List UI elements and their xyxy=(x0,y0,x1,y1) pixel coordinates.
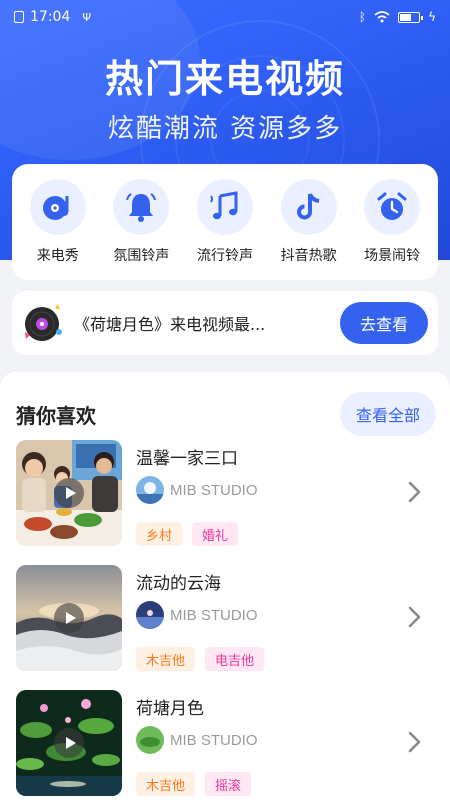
video-author: MIB STUDIO xyxy=(136,726,258,754)
video-list-item[interactable]: 流动的云海 MIB STUDIO 木吉他 电吉他 xyxy=(16,565,436,671)
music-notes-icon xyxy=(210,191,238,220)
battery-icon xyxy=(398,11,424,23)
category-label: 抖音热歌 xyxy=(280,248,337,264)
promo-text: 《荷塘月色》来电视频最... xyxy=(74,315,266,334)
tag[interactable]: 婚礼 xyxy=(192,522,239,546)
tag[interactable]: 电吉他 xyxy=(205,647,265,671)
chevron-right-icon[interactable] xyxy=(402,730,426,754)
hero-subtitle: 炫酷潮流 资源多多 xyxy=(107,114,343,144)
tag[interactable]: 乡村 xyxy=(136,522,183,546)
video-title: 流动的云海 xyxy=(136,574,221,594)
recommend-section: 猜你喜欢 查看全部 温馨一家三口 MIB STUDIO 乡村 婚礼 流动的云海 … xyxy=(0,372,450,800)
author-avatar xyxy=(136,726,164,754)
category-item-ambient-ringtone[interactable]: 氛围铃声 xyxy=(100,179,184,265)
category-card: 来电秀 氛围铃声 流行铃声 抖音热歌 场景闹铃 xyxy=(12,164,438,280)
vinyl-music-icon xyxy=(42,196,69,220)
category-label: 流行铃声 xyxy=(196,248,253,264)
alarm-clock-icon xyxy=(377,192,407,220)
video-thumbnail[interactable] xyxy=(16,690,122,796)
video-author: MIB STUDIO xyxy=(136,601,258,629)
play-icon xyxy=(54,478,84,508)
section-title: 猜你喜欢 xyxy=(16,404,96,428)
tag[interactable]: 木吉他 xyxy=(136,772,196,796)
category-label: 来电秀 xyxy=(36,248,79,264)
tag[interactable]: 木吉他 xyxy=(136,647,196,671)
video-thumbnail[interactable] xyxy=(16,565,122,671)
chevron-right-icon[interactable] xyxy=(402,480,426,504)
vinyl-disc-icon xyxy=(22,302,64,344)
video-list-item[interactable]: 荷塘月色 MIB STUDIO 木吉他 摇滚 xyxy=(16,690,436,796)
view-all-button[interactable]: 查看全部 xyxy=(340,392,436,436)
bluetooth-icon: ᛒ xyxy=(358,10,367,24)
video-thumbnail[interactable] xyxy=(16,440,122,546)
play-icon xyxy=(54,728,84,758)
author-name: MIB STUDIO xyxy=(170,731,258,749)
author-avatar xyxy=(136,601,164,629)
video-list-item[interactable]: 温馨一家三口 MIB STUDIO 乡村 婚礼 xyxy=(16,440,436,546)
status-bar: 17:04 Ψ ᛒ ϟ xyxy=(0,0,450,34)
wifi-icon xyxy=(374,11,390,23)
sim-icon xyxy=(14,11,24,23)
tag[interactable]: 摇滚 xyxy=(205,772,252,796)
charging-icon: ϟ xyxy=(428,10,436,24)
go-view-button[interactable]: 去查看 xyxy=(340,302,428,344)
category-item-scene-alarm[interactable]: 场景闹铃 xyxy=(350,179,434,265)
category-item-douyin-hits[interactable]: 抖音热歌 xyxy=(267,179,351,265)
hero-title: 热门来电视频 xyxy=(104,57,345,101)
video-title: 温馨一家三口 xyxy=(136,449,238,469)
category-item-pop-ringtone[interactable]: 流行铃声 xyxy=(183,179,267,265)
author-name: MIB STUDIO xyxy=(170,606,258,624)
promo-banner[interactable]: 《荷塘月色》来电视频最... 去查看 xyxy=(12,291,438,355)
video-author: MIB STUDIO xyxy=(136,476,258,504)
play-icon xyxy=(54,603,84,633)
author-name: MIB STUDIO xyxy=(170,481,258,499)
status-time: 17:04 xyxy=(30,9,71,25)
bell-icon xyxy=(126,193,157,222)
chevron-right-icon[interactable] xyxy=(402,605,426,629)
video-title: 荷塘月色 xyxy=(136,699,204,719)
category-label: 场景闹铃 xyxy=(364,248,421,264)
tiktok-note-icon xyxy=(296,193,319,220)
usb-icon: Ψ xyxy=(82,10,92,24)
category-label: 氛围铃声 xyxy=(113,248,170,264)
author-avatar xyxy=(136,476,164,504)
category-item-call-show[interactable]: 来电秀 xyxy=(16,179,100,265)
